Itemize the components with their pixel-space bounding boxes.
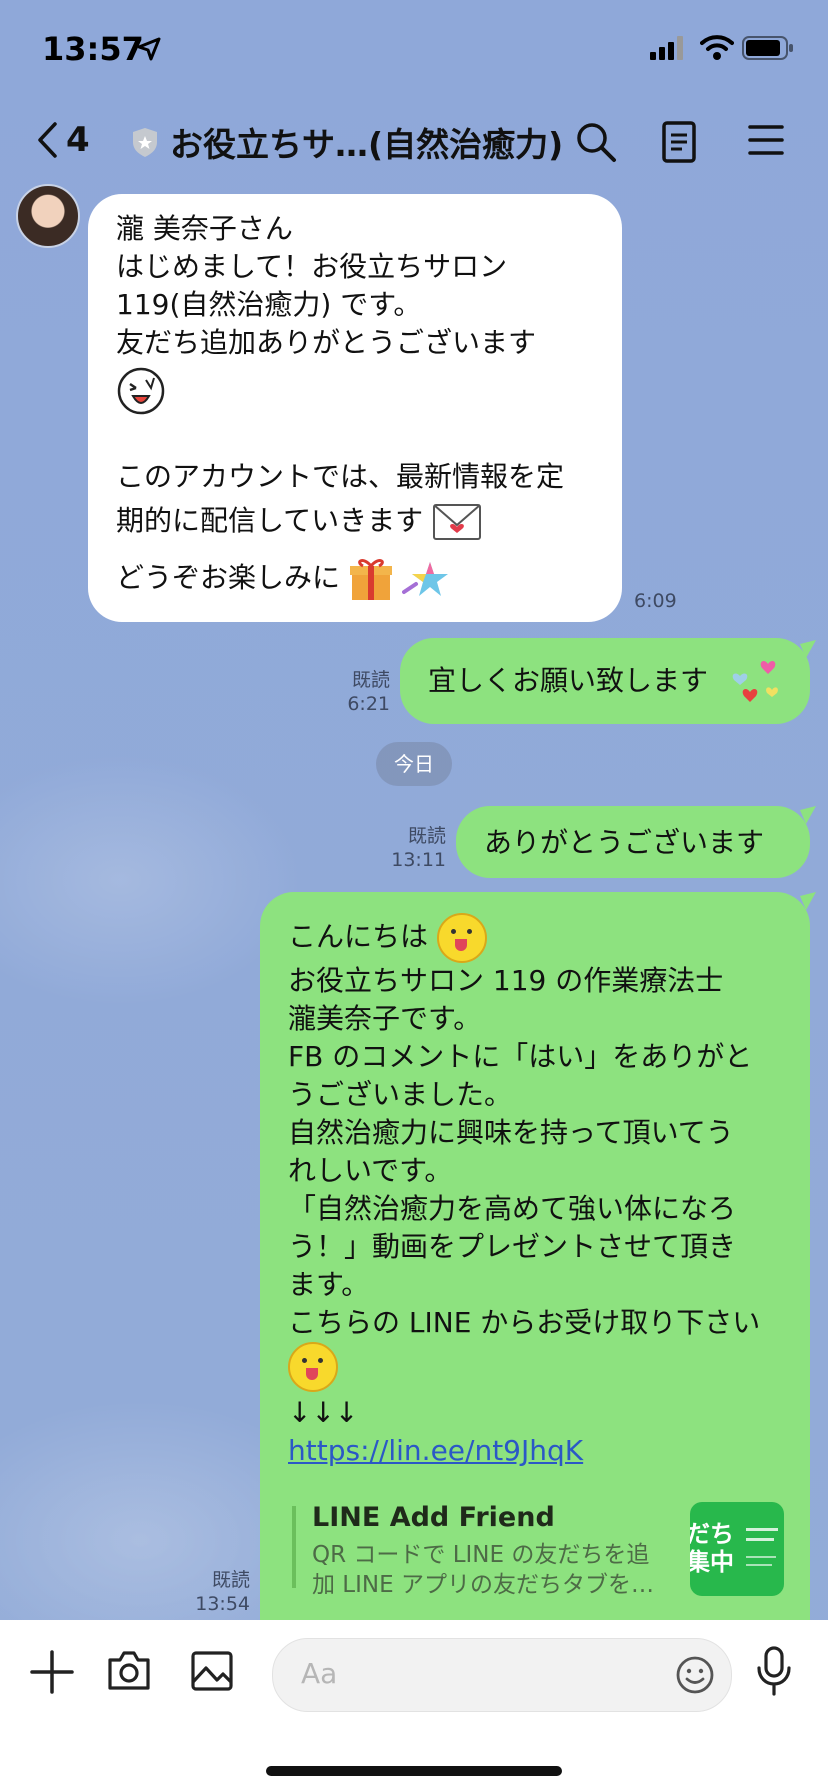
thumbnail-text: だち 集中: [690, 1520, 734, 1576]
message-text: ありがとうございます: [484, 826, 765, 859]
message-text: 「自然治癒力を高めて強い体になろ: [288, 1192, 737, 1225]
message-input-placeholder: Aa: [301, 1657, 338, 1690]
message-text: 自然治癒力に興味を持って頂いてう: [288, 1116, 734, 1149]
message-bubble-incoming[interactable]: 瀧 美奈子さん はじめまして！お役立ちサロン 119(自然治癒力) です。 友だ…: [88, 194, 622, 622]
preview-title: LINE Add Friend: [312, 1502, 555, 1533]
chat-header: 4 お役立ちサ…(自然治癒力): [0, 100, 828, 182]
message-bubble-outgoing[interactable]: ありがとうございます: [456, 806, 810, 878]
message-text: どうぞお楽しみに: [116, 561, 341, 594]
message-time: 6:21: [347, 693, 390, 715]
envelope-heart-emoji-icon: [433, 504, 482, 540]
message-text: うございました。: [288, 1078, 513, 1111]
message-time: 13:54: [195, 1593, 250, 1615]
shield-icon: [133, 128, 157, 157]
message-text: 宜しくお願い致します: [428, 664, 709, 697]
message-text: ます。: [288, 1268, 370, 1301]
grinning-tongue-emoji-icon: [288, 1342, 338, 1392]
bubble-tail: [800, 892, 816, 910]
message-meta: 既読 13:54: [180, 1568, 250, 1616]
sticker-face-emoji-icon: [117, 367, 165, 415]
shooting-star-emoji-icon: [401, 562, 448, 596]
preview-desc-line: QR コードで LINE の友だちを追: [312, 1542, 650, 1568]
read-receipt: 既読: [351, 669, 390, 691]
cellular-signal-icon: [650, 36, 683, 60]
bubble-tail: [800, 640, 816, 658]
thumbnail-text-line: 集中: [690, 1548, 734, 1576]
date-separator: 今日: [376, 742, 452, 786]
message-text: 瀧美奈子です。: [288, 1002, 482, 1035]
message-input[interactable]: Aa: [272, 1638, 732, 1712]
message-text: 瀧 美奈子さん: [116, 212, 293, 245]
wifi-icon: [700, 35, 734, 60]
image-icon[interactable]: [190, 1650, 234, 1692]
preview-thumbnail: だち 集中: [690, 1502, 784, 1596]
message-text: こちらの LINE からお受け取り下さい: [288, 1306, 761, 1339]
composer-bar: Aa: [0, 1620, 828, 1792]
home-indicator[interactable]: [266, 1766, 562, 1776]
gift-emoji-icon: [349, 559, 392, 600]
battery-icon: [742, 36, 793, 60]
chat-title[interactable]: お役立ちサ…(自然治癒力): [170, 118, 563, 166]
sender-avatar[interactable]: [16, 184, 80, 248]
message-text: れしいです。: [288, 1154, 453, 1187]
message-text: お役立ちサロン 119 の作業療法士: [288, 964, 724, 997]
notes-icon[interactable]: [660, 120, 700, 164]
message-meta: 既読 13:11: [386, 824, 446, 872]
bubble-tail: [800, 806, 816, 824]
message-text: はじめまして！お役立ちサロン: [116, 250, 508, 283]
preview-description: QR コードで LINE の友だちを追 加 LINE アプリの友だちタブを…: [312, 1540, 654, 1600]
grinning-tongue-emoji-icon: [436, 913, 487, 963]
emoji-icon[interactable]: [675, 1655, 715, 1695]
search-icon[interactable]: [574, 120, 618, 164]
message-time: 13:11: [391, 849, 446, 871]
preview-accent-bar: [292, 1506, 296, 1588]
read-receipt: 既読: [211, 1569, 250, 1591]
preview-desc-line: 加 LINE アプリの友だちタブを…: [312, 1572, 654, 1598]
message-time: 6:09: [634, 590, 677, 612]
message-text: こんにちは: [288, 920, 429, 953]
thumbnail-text-line: だち: [690, 1520, 734, 1548]
hearts-emoji-icon: [732, 661, 778, 702]
location-arrow-icon: [137, 37, 161, 61]
status-time: 13:57: [42, 30, 144, 68]
message-text: ↓↓↓: [288, 1396, 359, 1429]
status-bar: 13:57: [0, 0, 828, 96]
read-receipt: 既読: [407, 825, 446, 847]
unread-count: 4: [66, 120, 90, 160]
message-text: 119(自然治癒力) です。: [116, 288, 422, 321]
message-text: 友だち追加ありがとうございます: [116, 326, 537, 359]
message-link[interactable]: https://lin.ee/nt9JhqK: [288, 1432, 760, 1470]
back-button[interactable]: 4: [36, 120, 90, 160]
message-text: FB のコメントに「はい」をありがと: [288, 1040, 753, 1073]
microphone-icon[interactable]: [756, 1646, 792, 1696]
camera-icon[interactable]: [106, 1650, 152, 1692]
message-text: 期的に配信していきます: [116, 504, 424, 537]
message-text: このアカウントでは、最新情報を定: [116, 460, 565, 493]
link-preview-card[interactable]: LINE Add Friend QR コードで LINE の友だちを追 加 LI…: [292, 1502, 788, 1598]
message-meta: 既読 6:21: [330, 668, 390, 716]
chevron-left-icon: [38, 122, 57, 158]
message-bubble-outgoing[interactable]: 宜しくお願い致します: [400, 638, 810, 724]
message-text: う！」動画をプレゼントさせて頂き: [288, 1230, 737, 1263]
plus-icon[interactable]: [30, 1650, 74, 1694]
menu-icon[interactable]: [746, 120, 786, 160]
